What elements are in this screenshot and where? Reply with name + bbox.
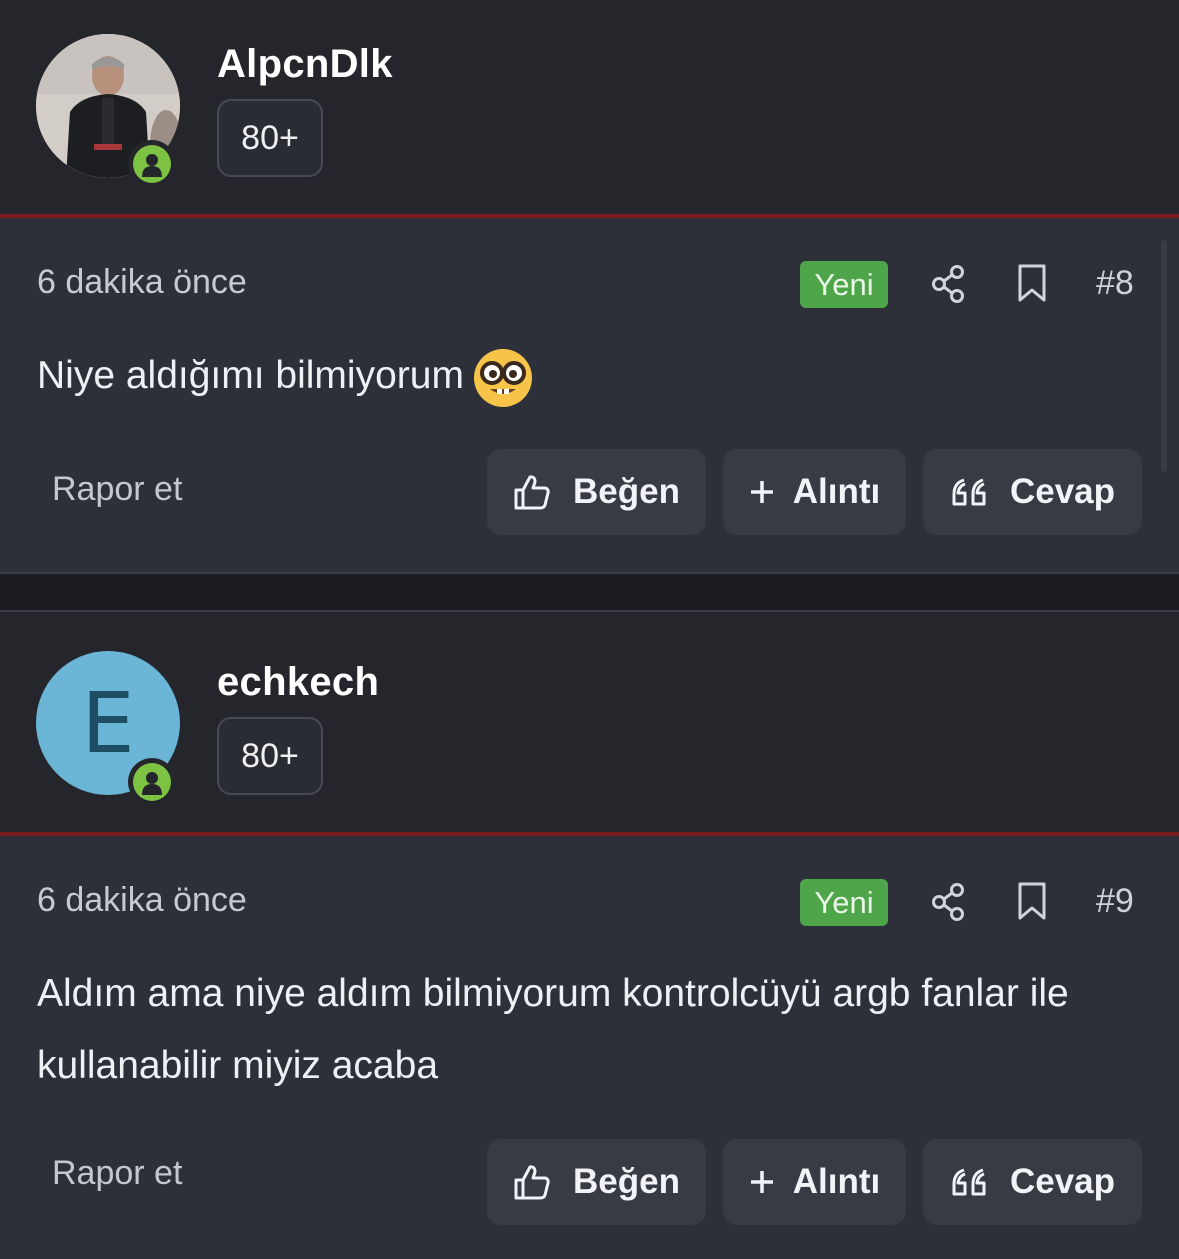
message-text: Niye aldığımı bilmiyorum — [37, 354, 464, 397]
online-status-badge — [128, 140, 176, 188]
bookmark-icon[interactable] — [1016, 263, 1048, 303]
post-number[interactable]: #9 — [1096, 882, 1134, 921]
report-link[interactable]: Rapor et — [52, 470, 182, 509]
post-time[interactable]: 6 dakika önce — [37, 263, 247, 302]
quote-icon — [950, 477, 988, 507]
user-online-icon — [142, 154, 162, 177]
like-label: Beğen — [573, 472, 680, 511]
post-separator — [0, 572, 1179, 612]
report-link[interactable]: Rapor et — [52, 1154, 182, 1193]
thumbs-up-icon — [513, 473, 551, 511]
quote-button[interactable]: Alıntı — [723, 1139, 906, 1225]
user-online-icon — [142, 772, 162, 795]
online-status-badge — [128, 758, 176, 806]
nerd-face-emoji — [473, 348, 532, 407]
quote-label: Alıntı — [792, 472, 881, 511]
username[interactable]: echkech — [217, 660, 379, 705]
avatar-letter: E — [81, 674, 135, 772]
like-button[interactable]: Beğen — [487, 1139, 706, 1225]
post-1: AlpcnDlk 80+ 6 dakika önce Yeni #8 Niye … — [0, 0, 1179, 574]
new-badge: Yeni — [800, 261, 888, 308]
quote-button[interactable]: Alıntı — [723, 449, 906, 535]
post-header: E echkech 80+ — [0, 612, 1179, 832]
rank-badge: 80+ — [217, 717, 323, 795]
reply-button[interactable]: Cevap — [923, 1139, 1142, 1225]
post-message: Niye aldığımı bilmiyorum — [37, 340, 1147, 412]
new-badge: Yeni — [800, 879, 888, 926]
post-body: 6 dakika önce Yeni #8 Niye aldığımı bilm… — [0, 218, 1179, 574]
post-body: 6 dakika önce Yeni #9 Aldım ama niye ald… — [0, 836, 1179, 1259]
plus-icon — [749, 1169, 775, 1195]
like-label: Beğen — [573, 1162, 680, 1201]
post-message: Aldım ama niye aldım bilmiyorum kontrolc… — [37, 972, 1069, 1087]
quote-label: Alıntı — [792, 1162, 881, 1201]
post-header: AlpcnDlk 80+ — [0, 0, 1179, 214]
share-icon[interactable] — [930, 882, 966, 922]
share-icon[interactable] — [930, 264, 966, 304]
rank-badge: 80+ — [217, 99, 323, 177]
username[interactable]: AlpcnDlk — [217, 42, 393, 87]
like-button[interactable]: Beğen — [487, 449, 706, 535]
plus-icon — [749, 479, 775, 505]
scrollbar[interactable] — [1161, 240, 1167, 472]
reply-label: Cevap — [1009, 1162, 1116, 1201]
quote-icon — [950, 1167, 988, 1197]
post-2: E echkech 80+ 6 dakika önce Yeni #9 Aldı… — [0, 612, 1179, 1259]
post-time[interactable]: 6 dakika önce — [37, 881, 247, 920]
reply-label: Cevap — [1009, 472, 1116, 511]
thumbs-up-icon — [513, 1163, 551, 1201]
bookmark-icon[interactable] — [1016, 881, 1048, 921]
post-number[interactable]: #8 — [1096, 264, 1134, 303]
reply-button[interactable]: Cevap — [923, 449, 1142, 535]
